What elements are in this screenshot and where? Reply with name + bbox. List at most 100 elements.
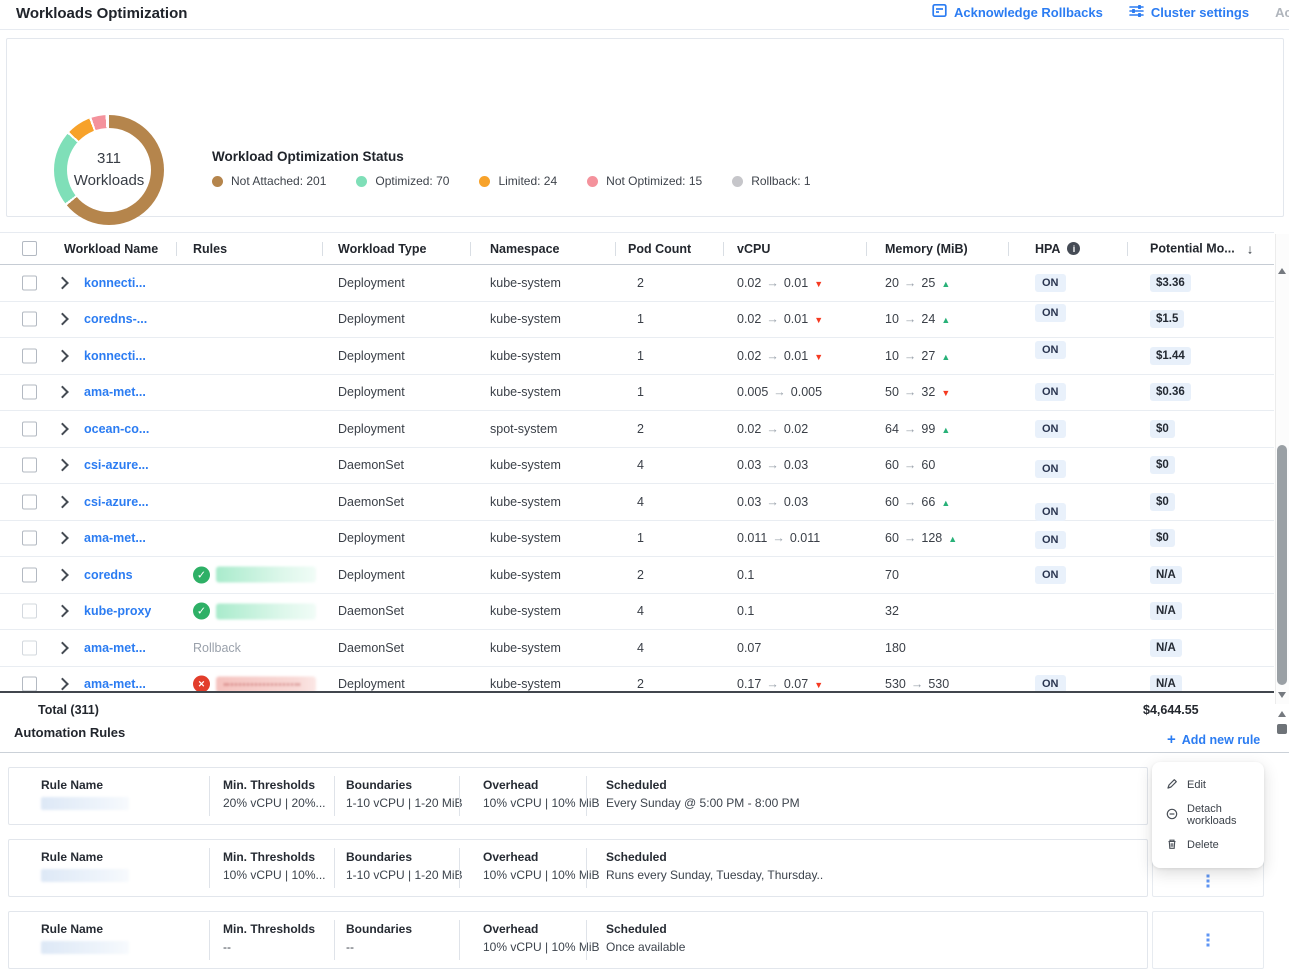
- expand-chevron-icon[interactable]: [58, 461, 67, 470]
- expand-chevron-icon[interactable]: [58, 388, 67, 397]
- scroll-up-arrow[interactable]: [1278, 268, 1286, 274]
- row-checkbox[interactable]: [22, 677, 37, 692]
- workload-name-link[interactable]: coredns: [84, 568, 133, 582]
- rules-scrollbar-thumb[interactable]: [1277, 724, 1287, 734]
- potential-savings-cell: $0.36: [1150, 383, 1191, 401]
- row-checkbox[interactable]: [22, 531, 37, 546]
- boundaries-value: 1-10 vCPU | 1-20 MiB: [346, 796, 463, 810]
- row-checkbox[interactable]: [22, 458, 37, 473]
- column-hpa[interactable]: HPA: [1035, 242, 1080, 256]
- column-namespace[interactable]: Namespace: [490, 242, 560, 256]
- kebab-menu-icon[interactable]: [1207, 875, 1210, 888]
- vcpu-value: 0.011→0.011: [737, 531, 820, 545]
- action-button-disabled: Action: [1275, 5, 1289, 20]
- potential-savings-badge: $0: [1150, 456, 1175, 474]
- automation-rule-card: Rule Name Min. Thresholds 20% vCPU | 20%…: [8, 767, 1148, 825]
- row-checkbox[interactable]: [22, 640, 37, 655]
- hpa-cell: ON: [1035, 383, 1066, 401]
- row-checkbox[interactable]: [22, 275, 37, 290]
- workload-name-link[interactable]: kube-proxy: [84, 604, 151, 618]
- workload-type: Deployment: [338, 531, 405, 545]
- table-row[interactable]: ocean-co... Deployment spot-system 2 0.0…: [0, 411, 1274, 448]
- memory-value: 530→530: [885, 677, 949, 691]
- workload-type: Deployment: [338, 568, 405, 582]
- add-new-rule-button[interactable]: + Add new rule: [1167, 732, 1260, 747]
- row-checkbox[interactable]: [22, 385, 37, 400]
- scroll-down-arrow[interactable]: [1278, 692, 1286, 698]
- table-row[interactable]: coredns-... Deployment kube-system 1 0.0…: [0, 302, 1274, 339]
- row-checkbox[interactable]: [22, 604, 37, 619]
- expand-chevron-icon[interactable]: [58, 643, 67, 652]
- expand-chevron-icon[interactable]: [58, 315, 67, 324]
- row-checkbox[interactable]: [22, 421, 37, 436]
- column-workload-type[interactable]: Workload Type: [338, 242, 426, 256]
- trash-icon: [1166, 838, 1178, 853]
- kebab-menu-icon[interactable]: [1207, 934, 1210, 947]
- table-row[interactable]: ama-met... Rollback DaemonSet kube-syste…: [0, 630, 1274, 667]
- table-scrollbar-thumb[interactable]: [1277, 445, 1287, 685]
- workload-name-link[interactable]: ama-met...: [84, 677, 146, 691]
- expand-chevron-icon[interactable]: [58, 570, 67, 579]
- expand-chevron-icon[interactable]: [58, 424, 67, 433]
- expand-chevron-icon[interactable]: [58, 278, 67, 287]
- column-rules[interactable]: Rules: [193, 242, 227, 256]
- expand-chevron-icon[interactable]: [58, 680, 67, 689]
- hpa-on-badge: ON: [1035, 304, 1066, 322]
- namespace: kube-system: [490, 312, 561, 326]
- table-row[interactable]: kube-proxy ✓ DaemonSet kube-system 4 0.1…: [0, 594, 1274, 631]
- cluster-settings-button[interactable]: Cluster settings: [1129, 4, 1249, 21]
- expand-chevron-icon[interactable]: [58, 351, 67, 360]
- expand-chevron-icon[interactable]: [58, 534, 67, 543]
- workload-name-link[interactable]: csi-azure...: [84, 495, 149, 509]
- table-row[interactable]: ama-met... Deployment kube-system 1 0.01…: [0, 521, 1274, 558]
- row-checkbox[interactable]: [22, 312, 37, 327]
- column-workload-name[interactable]: Workload Name: [64, 242, 158, 256]
- row-checkbox[interactable]: [22, 494, 37, 509]
- table-row[interactable]: csi-azure... DaemonSet kube-system 4 0.0…: [0, 448, 1274, 485]
- optimization-summary-card: 311 Workloads Workload Optimization Stat…: [6, 38, 1284, 217]
- menu-item-edit[interactable]: Edit: [1152, 770, 1264, 800]
- workload-name-link[interactable]: ama-met...: [84, 385, 146, 399]
- workload-name-link[interactable]: konnecti...: [84, 349, 146, 363]
- hpa-cell: ON: [1035, 503, 1066, 521]
- table-row[interactable]: konnecti... Deployment kube-system 1 0.0…: [0, 338, 1274, 375]
- namespace: kube-system: [490, 641, 561, 655]
- table-row[interactable]: coredns ✓ Deployment kube-system 2 0.1 7…: [0, 557, 1274, 594]
- acknowledge-rollbacks-button[interactable]: Acknowledge Rollbacks: [932, 3, 1103, 21]
- scroll-up-arrow[interactable]: [1278, 711, 1286, 717]
- workload-name-link[interactable]: ama-met...: [84, 531, 146, 545]
- row-checkbox[interactable]: [22, 567, 37, 582]
- namespace: kube-system: [490, 531, 561, 545]
- row-checkbox[interactable]: [22, 348, 37, 363]
- workload-name-link[interactable]: ocean-co...: [84, 422, 149, 436]
- expand-chevron-icon[interactable]: [58, 607, 67, 616]
- workload-name-link[interactable]: ama-met...: [84, 641, 146, 655]
- potential-savings-cell: $0: [1150, 493, 1175, 511]
- workload-name-link[interactable]: csi-azure...: [84, 458, 149, 472]
- menu-item-delete[interactable]: Delete: [1152, 830, 1264, 860]
- column-potential-savings[interactable]: Potential Mo...↓: [1150, 241, 1253, 256]
- rule-success-icon: ✓: [193, 566, 210, 583]
- legend-dot: [587, 176, 598, 187]
- table-row[interactable]: ama-met... Deployment kube-system 1 0.00…: [0, 375, 1274, 412]
- potential-savings-cell: $1.5: [1150, 310, 1184, 328]
- pod-count: 4: [637, 495, 644, 509]
- workload-name-link[interactable]: coredns-...: [84, 312, 147, 326]
- select-all-checkbox[interactable]: [22, 241, 37, 256]
- table-row[interactable]: konnecti... Deployment kube-system 2 0.0…: [0, 265, 1274, 302]
- workload-name-link[interactable]: konnecti...: [84, 276, 146, 290]
- table-row[interactable]: csi-azure... DaemonSet kube-system 4 0.0…: [0, 484, 1274, 521]
- rule-name-label: Rule Name: [41, 922, 103, 936]
- expand-chevron-icon[interactable]: [58, 497, 67, 506]
- menu-item-detach-workloads[interactable]: Detach workloads: [1152, 800, 1264, 830]
- potential-savings-badge: $1.5: [1150, 310, 1184, 328]
- column-memory[interactable]: Memory (MiB): [885, 242, 968, 256]
- column-vcpu[interactable]: vCPU: [737, 242, 770, 256]
- total-label: Total (311): [38, 703, 99, 717]
- vcpu-value: 0.1: [737, 568, 754, 582]
- scheduled-label: Scheduled: [606, 778, 667, 792]
- workload-type: DaemonSet: [338, 458, 404, 472]
- info-icon[interactable]: [1067, 242, 1080, 255]
- column-pod-count[interactable]: Pod Count: [628, 242, 691, 256]
- sort-descending-icon[interactable]: ↓: [1247, 241, 1254, 256]
